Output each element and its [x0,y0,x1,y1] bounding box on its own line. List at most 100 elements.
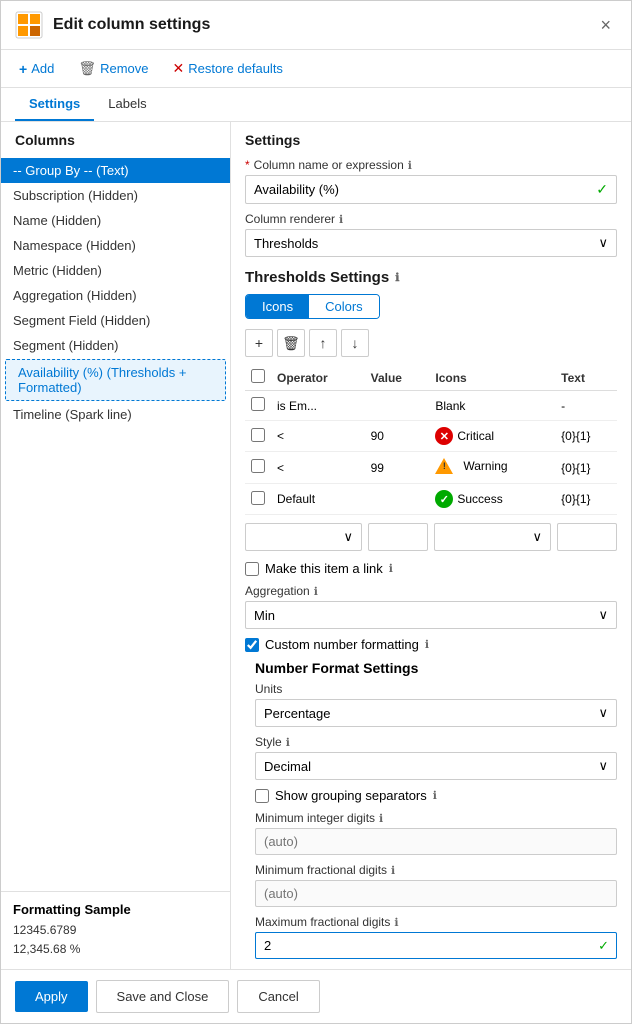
bottom-bar: Apply Save and Close Cancel [1,969,631,1023]
column-name-check-icon: ✓ [596,181,608,198]
threshold-up-button[interactable]: ↑ [309,329,337,357]
aggregation-select[interactable]: Min ∨ [245,601,617,629]
min-frac-info-icon[interactable]: ℹ [391,864,395,877]
column-item-metric[interactable]: Metric (Hidden) [1,258,230,283]
column-item-segment-field[interactable]: Segment Field (Hidden) [1,308,230,333]
min-int-group: Minimum integer digits ℹ [255,811,617,855]
custom-format-label: Custom number formatting [265,637,419,652]
tab-labels[interactable]: Labels [94,88,160,121]
make-link-label: Make this item a link [265,561,383,576]
custom-format-checkbox[interactable] [245,638,259,652]
threshold-text-input[interactable] [557,523,617,551]
aggregation-label: Aggregation ℹ [245,584,617,598]
formatting-sample-val1: 12345.6789 [13,921,218,940]
custom-format-info-icon[interactable]: ℹ [425,638,429,651]
make-link-info-icon[interactable]: ℹ [389,562,393,575]
threshold-value-input[interactable] [368,523,428,551]
column-renderer-select[interactable]: Thresholds ∨ [245,229,617,257]
row-operator-4: Default [271,484,365,515]
table-row: Default ✓ Success {0}{1} [245,484,617,515]
tabs-bar: Settings Labels [1,88,631,122]
cancel-button[interactable]: Cancel [237,980,319,1013]
success-icon: ✓ [435,490,453,508]
grouping-info-icon[interactable]: ℹ [433,789,437,802]
grouping-row: Show grouping separators ℹ [255,788,617,803]
thresholds-settings-header: Thresholds Settings ℹ [245,269,617,286]
make-link-checkbox[interactable] [245,562,259,576]
dialog-icon [15,11,43,39]
apply-button[interactable]: Apply [15,981,88,1012]
row-icon-1: Blank [429,391,555,421]
style-select[interactable]: Decimal ∨ [255,752,617,780]
threshold-remove-button[interactable]: 🗑 [277,329,305,357]
icons-toggle-button[interactable]: Icons [246,295,309,318]
column-item-subscription[interactable]: Subscription (Hidden) [1,183,230,208]
column-item-group-by[interactable]: -- Group By -- (Text) [1,158,230,183]
row-checkbox-1[interactable] [251,397,265,411]
column-name-info-icon[interactable]: ℹ [408,159,412,172]
remove-button[interactable]: 🗑 Remove [74,58,152,79]
max-frac-info-icon[interactable]: ℹ [394,916,398,929]
column-name-input[interactable]: Availability (%) ✓ [245,175,617,204]
min-int-input[interactable] [255,828,617,855]
add-button[interactable]: + Add [15,59,58,79]
threshold-down-button[interactable]: ↓ [341,329,369,357]
table-header-operator: Operator [271,365,365,391]
restore-icon: ✕ [173,60,185,77]
row-checkbox-2[interactable] [251,428,265,442]
threshold-add-button[interactable]: + [245,329,273,357]
custom-format-row: Custom number formatting ℹ [245,637,617,652]
column-item-availability[interactable]: Availability (%) (Thresholds + Formatted… [5,359,226,401]
aggregation-info-icon[interactable]: ℹ [314,585,318,598]
critical-icon: ✕ [435,427,453,445]
colors-toggle-button[interactable]: Colors [309,295,379,318]
restore-defaults-button[interactable]: ✕ Restore defaults [169,58,287,79]
column-item-name[interactable]: Name (Hidden) [1,208,230,233]
settings-section-title: Settings [245,132,617,148]
dialog-title: Edit column settings [53,16,594,34]
style-chevron-icon: ∨ [598,758,608,774]
threshold-mini-toolbar: + 🗑 ↑ ↓ [245,329,617,357]
min-frac-group: Minimum fractional digits ℹ [255,863,617,907]
table-header-check [245,365,271,391]
row-operator-3: < [271,452,365,484]
grouping-checkbox[interactable] [255,789,269,803]
formatting-sample-val2: 12,345.68 % [13,940,218,959]
min-frac-input[interactable] [255,880,617,907]
table-header-value: Value [365,365,430,391]
min-int-info-icon[interactable]: ℹ [379,812,383,825]
column-renderer-info-icon[interactable]: ℹ [339,213,343,226]
row-value-2: 90 [365,421,430,452]
number-format-subsection: Number Format Settings Units Percentage … [255,660,617,959]
add-label: Add [31,61,54,76]
style-group: Style ℹ Decimal ∨ [255,735,617,780]
restore-label: Restore defaults [188,61,283,76]
row-icon-label-3: Warning [463,459,507,473]
main-content: Columns -- Group By -- (Text) Subscripti… [1,122,631,969]
table-header-text: Text [555,365,617,391]
icons-colors-toggle: Icons Colors [245,294,380,319]
units-select[interactable]: Percentage ∨ [255,699,617,727]
column-name-group: * Column name or expression ℹ Availabili… [245,158,617,204]
column-item-timeline[interactable]: Timeline (Spark line) [1,402,230,427]
row-checkbox-3[interactable] [251,459,265,473]
threshold-icon-select[interactable]: ∨ [434,523,551,551]
select-all-checkbox[interactable] [251,369,265,383]
column-item-aggregation[interactable]: Aggregation (Hidden) [1,283,230,308]
row-icon-4: ✓ Success [429,484,555,515]
threshold-operator-select[interactable]: ∨ [245,523,362,551]
close-button[interactable]: × [594,13,617,38]
save-close-button[interactable]: Save and Close [96,980,230,1013]
column-item-segment[interactable]: Segment (Hidden) [1,333,230,358]
row-text-3: {0}{1} [555,452,617,484]
columns-list: -- Group By -- (Text) Subscription (Hidd… [1,154,230,891]
style-info-icon[interactable]: ℹ [286,736,290,749]
thresholds-info-icon[interactable]: ℹ [395,271,399,284]
tab-settings[interactable]: Settings [15,88,94,121]
column-item-namespace[interactable]: Namespace (Hidden) [1,233,230,258]
row-checkbox-4[interactable] [251,491,265,505]
max-frac-input[interactable] [255,932,617,959]
table-row: is Em... Blank - [245,391,617,421]
row-icon-2: ✕ Critical [429,421,555,452]
max-frac-group: Maximum fractional digits ℹ ✓ [255,915,617,959]
